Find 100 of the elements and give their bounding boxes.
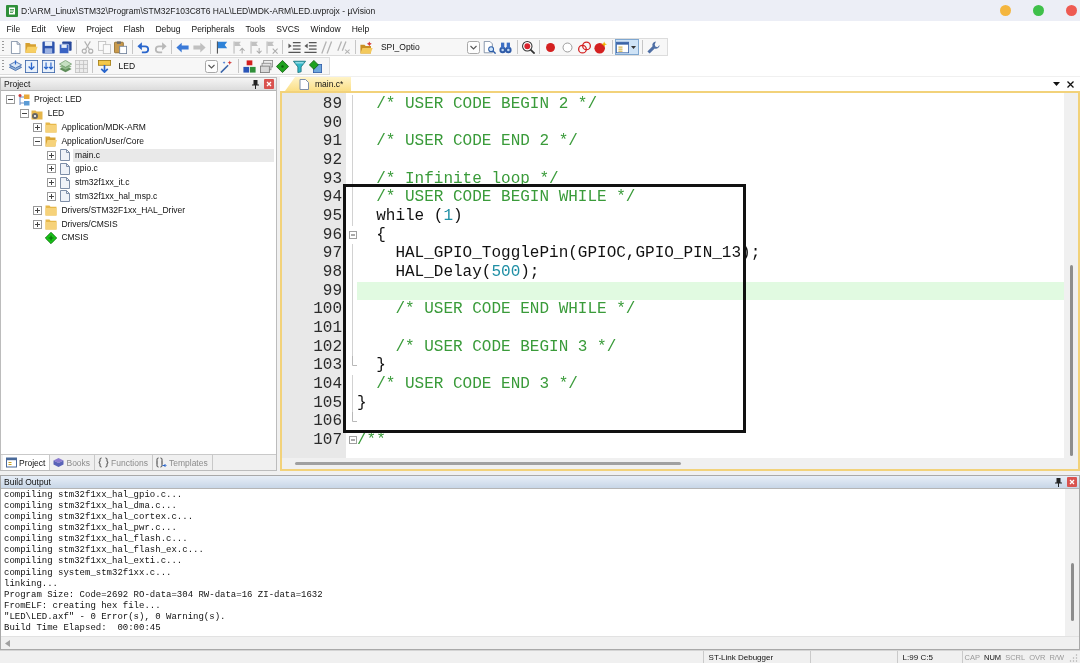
diamond-icon[interactable] — [276, 59, 290, 73]
menu-item[interactable]: Debug — [149, 22, 186, 36]
output-line: compiling stm32f1xx_hal_dma.c... — [4, 501, 177, 512]
menu-item[interactable]: Flash — [118, 22, 150, 36]
minus-box-icon[interactable] — [19, 109, 29, 119]
output-line: compiling stm32f1xx_hal_flash.c... — [4, 534, 188, 545]
line-number: 95 — [322, 206, 342, 226]
menu-item[interactable]: Help — [346, 22, 375, 36]
plus-box-icon[interactable] — [47, 150, 57, 160]
output-line: compiling system_stm32f1xx.c... — [4, 567, 172, 579]
caret-icon[interactable] — [1053, 82, 1060, 86]
cursor-position: L:99 C:5 — [902, 652, 933, 662]
left-arrow-icon[interactable] — [176, 40, 190, 54]
close-icon[interactable] — [1067, 80, 1074, 88]
plus-box-icon[interactable] — [47, 164, 57, 174]
blocks-icon[interactable] — [242, 59, 256, 73]
resize-grip-icon[interactable] — [1069, 653, 1078, 662]
menu-item[interactable]: Project — [80, 22, 119, 36]
indent-icon[interactable] — [287, 40, 301, 54]
pin-icon[interactable] — [252, 79, 259, 89]
editor-tab[interactable]: main.c* — [285, 77, 352, 91]
plus-box-icon[interactable] — [33, 205, 43, 215]
code-line: /* USER CODE BEGIN 2 */ — [375, 95, 598, 114]
tree-item[interactable]: stm32f1xx_hal_msp.c — [73, 189, 160, 203]
menu-item[interactable]: SVCS — [270, 22, 305, 36]
plus-box-icon[interactable] — [47, 191, 57, 201]
grip-handle[interactable] — [2, 60, 4, 72]
plus-box-icon[interactable] — [33, 123, 43, 132]
menu-item[interactable]: View — [51, 22, 81, 36]
window-double-arrow-icon[interactable] — [42, 59, 55, 73]
minus-box-icon[interactable] — [33, 136, 43, 146]
flag-icon[interactable] — [215, 40, 229, 54]
magnifier-icon[interactable] — [521, 40, 535, 54]
output-line: "LED\LED.axf" - 0 Error(s), 0 Warning(s). — [4, 611, 226, 623]
close-button[interactable] — [1066, 5, 1077, 16]
floppy-disks-icon[interactable] — [58, 40, 72, 54]
output-line: compiling stm32f1xx_hal_cortex.c... — [4, 512, 194, 523]
grip-handle[interactable] — [2, 41, 4, 53]
code-line: /* USER CODE BEGIN 3 */ — [394, 337, 617, 357]
tree-item[interactable]: main.c — [73, 148, 274, 162]
stacked-layers-icon[interactable] — [58, 59, 72, 73]
code-line: } — [375, 356, 386, 375]
filled-circle-icon[interactable] — [544, 40, 558, 54]
open-folder-icon[interactable] — [360, 40, 374, 54]
tree-item[interactable]: LED — [45, 107, 67, 121]
panel-tab[interactable]: Project — [3, 455, 51, 470]
menu-item[interactable]: File — [1, 22, 26, 36]
tree-item[interactable]: gpio.c — [73, 162, 100, 176]
diamond-window-icon[interactable] — [309, 59, 323, 73]
tree-item[interactable]: stm32f1xx_it.c — [73, 176, 132, 190]
line-number: 92 — [322, 150, 342, 170]
tree-item[interactable]: Drivers/STM32F1xx_HAL_Driver — [59, 203, 188, 217]
stack-arrow-icon[interactable] — [8, 59, 22, 73]
target-dropdown[interactable]: LED — [113, 58, 218, 74]
tree-item[interactable]: Application/MDK-ARM — [59, 121, 148, 134]
funnel-icon[interactable] — [292, 59, 306, 73]
output-line: compiling stm32f1xx_hal_pwr.c... — [4, 523, 177, 534]
window-down-arrow-icon[interactable] — [25, 59, 39, 73]
outdent-icon[interactable] — [304, 40, 318, 54]
stacked-windows-icon[interactable] — [259, 59, 273, 73]
menu-item[interactable]: Window — [304, 22, 347, 36]
line-number: 103 — [313, 356, 342, 375]
plus-box-icon[interactable] — [47, 178, 57, 188]
pin-icon[interactable] — [1055, 477, 1062, 487]
document-icon — [58, 162, 71, 175]
line-number: 89 — [322, 95, 342, 114]
menu-item[interactable]: Edit — [25, 22, 52, 36]
scrollbar-thumb[interactable] — [295, 462, 681, 465]
tree-item[interactable]: Drivers/CMSIS — [59, 217, 120, 231]
folder-icon — [44, 218, 57, 231]
wrench-icon[interactable] — [647, 40, 661, 54]
linked-rings-icon[interactable] — [577, 40, 591, 54]
line-number: 91 — [322, 132, 342, 151]
magic-wand-icon[interactable] — [220, 59, 234, 73]
caret-icon[interactable] — [631, 45, 637, 49]
undo-icon[interactable] — [136, 40, 150, 54]
plus-box-icon[interactable] — [33, 219, 43, 229]
braces-arrow-icon — [155, 457, 167, 468]
tree-item[interactable]: CMSIS — [59, 231, 91, 245]
tree-item[interactable]: Application/User/Core — [59, 134, 147, 148]
panel-title: Build Output — [4, 477, 51, 487]
window-dropdown-button[interactable] — [615, 39, 640, 55]
clipboard-icon[interactable] — [114, 40, 128, 54]
tree-item[interactable]: Project: LED — [32, 93, 84, 107]
code-line: { — [375, 225, 386, 245]
folder-icon — [44, 204, 57, 217]
minus-box-icon[interactable] — [6, 95, 15, 105]
document-icon[interactable] — [8, 40, 22, 54]
binoculars-icon[interactable] — [499, 40, 513, 54]
target-dropdown[interactable]: SPI_Optio — [375, 39, 480, 55]
scrollbar-thumb[interactable] — [1069, 264, 1073, 456]
menu-item[interactable]: Tools — [239, 22, 271, 36]
menu-item[interactable]: Peripherals — [185, 22, 240, 36]
document-magnifier-icon[interactable] — [482, 40, 496, 54]
code-line: /* Infinite loop */ — [375, 169, 559, 189]
window-icon[interactable] — [616, 40, 630, 54]
window-title: D:\ARM_Linux\STM32\Program\STM32F103C8T6 HAL\LED\MDK-ARM\LED.uvprojx - µVision — [21, 5, 376, 16]
download-arrow-icon[interactable] — [97, 59, 111, 73]
scrollbar-thumb[interactable] — [1070, 562, 1074, 622]
project-tree-icon — [17, 93, 30, 106]
